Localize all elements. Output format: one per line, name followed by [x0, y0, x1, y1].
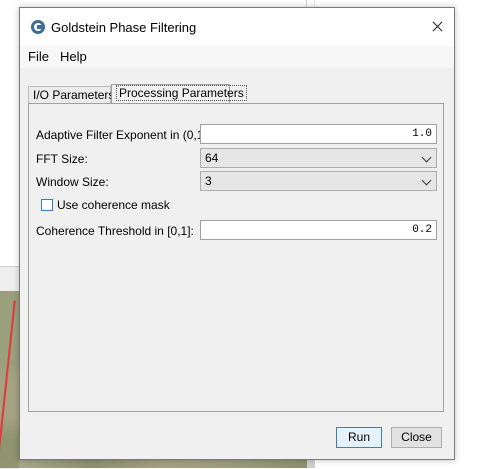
alpha-label: Adaptive Filter Exponent in (0,1]: [36, 128, 211, 142]
window-size-label: Window Size: [36, 175, 109, 189]
coherence-mask-checkbox[interactable] [41, 199, 53, 211]
close-button[interactable]: Close [391, 427, 442, 448]
coherence-threshold-label: Coherence Threshold in [0,1]: [36, 224, 194, 238]
run-button[interactable]: Run [336, 427, 382, 448]
tab-label: I/O Parameters [33, 88, 115, 102]
window-title: Goldstein Phase Filtering [51, 20, 197, 35]
window-size-value: 3 [205, 174, 212, 188]
goldstein-dialog: Goldstein Phase Filtering File Help I/O … [19, 7, 455, 460]
coherence-threshold-field[interactable]: 0.2 [200, 220, 437, 240]
app-icon [31, 20, 45, 34]
fft-size-select[interactable]: 64 [200, 148, 437, 168]
tab-io-parameters[interactable]: I/O Parameters [28, 86, 115, 103]
menu-help[interactable]: Help [60, 49, 87, 64]
menu-file[interactable]: File [28, 49, 49, 64]
menu-bar: File Help [20, 46, 454, 68]
fft-size-label: FFT Size: [36, 152, 88, 166]
title-bar[interactable]: Goldstein Phase Filtering [20, 8, 454, 46]
chevron-down-icon [421, 175, 432, 186]
alpha-field[interactable]: 1.0 [200, 124, 437, 144]
window-size-select[interactable]: 3 [200, 171, 437, 191]
tab-processing-parameters[interactable]: Processing Parameters [111, 84, 247, 104]
processing-parameters-panel: Adaptive Filter Exponent in (0,1]: 1.0 F… [28, 103, 444, 412]
tab-label: Processing Parameters [116, 85, 247, 101]
fft-size-value: 64 [205, 151, 219, 165]
coherence-mask-label: Use coherence mask [57, 198, 170, 212]
background-map-view [0, 291, 19, 468]
close-icon[interactable] [422, 12, 452, 42]
background-scrollbar [307, 459, 315, 468]
background-map-strip [19, 459, 311, 468]
chevron-down-icon [421, 152, 432, 163]
